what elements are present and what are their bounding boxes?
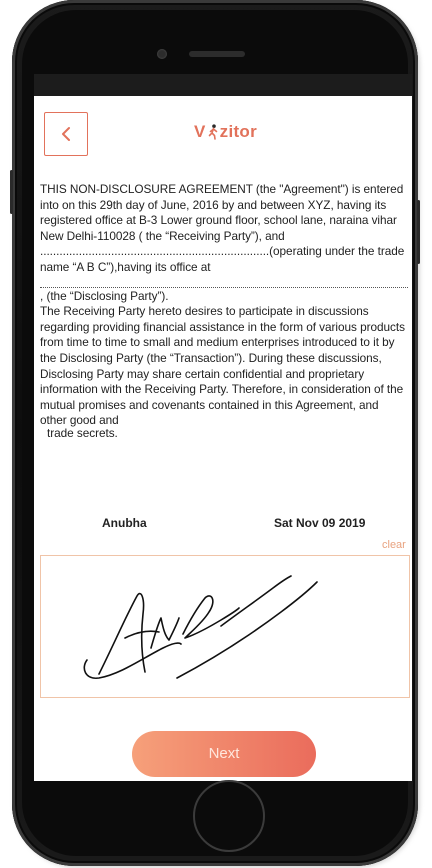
- brand-name-prefix: V: [194, 122, 206, 141]
- next-button[interactable]: Next: [132, 731, 316, 777]
- walking-person-icon: [208, 124, 217, 140]
- agreement-paragraph: , (the “Disclosing Party”).: [40, 288, 169, 303]
- signature-strokes: [83, 575, 318, 679]
- agreement-paragraph: trade secrets.: [47, 425, 118, 440]
- signer-name: Anubha: [102, 516, 147, 530]
- agreement-paragraph: The Receiving Party hereto desires to pa…: [40, 304, 405, 428]
- brand-name-suffix: zitor: [219, 122, 258, 141]
- brand-logo: V zitor: [194, 122, 257, 142]
- app-header: V zitor: [34, 96, 412, 164]
- front-camera-icon: [157, 49, 167, 59]
- agreement-paragraph: THIS NON-DISCLOSURE AGREEMENT (the "Agre…: [40, 182, 405, 274]
- earpiece-speaker: [189, 51, 245, 57]
- power-button: [417, 200, 420, 264]
- dotted-divider: [40, 286, 408, 288]
- home-button[interactable]: [193, 780, 265, 852]
- signer-info-row: Anubha Sat Nov 09 2019: [34, 516, 412, 536]
- signature-date: Sat Nov 09 2019: [274, 516, 366, 530]
- volume-button: [10, 170, 13, 214]
- app-screen: V zitor THIS NON-DISCLOSURE AGREEMENT (t…: [34, 96, 412, 781]
- chevron-left-icon: [62, 127, 70, 141]
- signature-pad[interactable]: [40, 555, 410, 698]
- status-bar: [34, 74, 412, 96]
- agreement-text: THIS NON-DISCLOSURE AGREEMENT (the "Agre…: [40, 182, 408, 442]
- clear-signature-button[interactable]: clear: [382, 539, 406, 551]
- back-button[interactable]: [44, 112, 88, 156]
